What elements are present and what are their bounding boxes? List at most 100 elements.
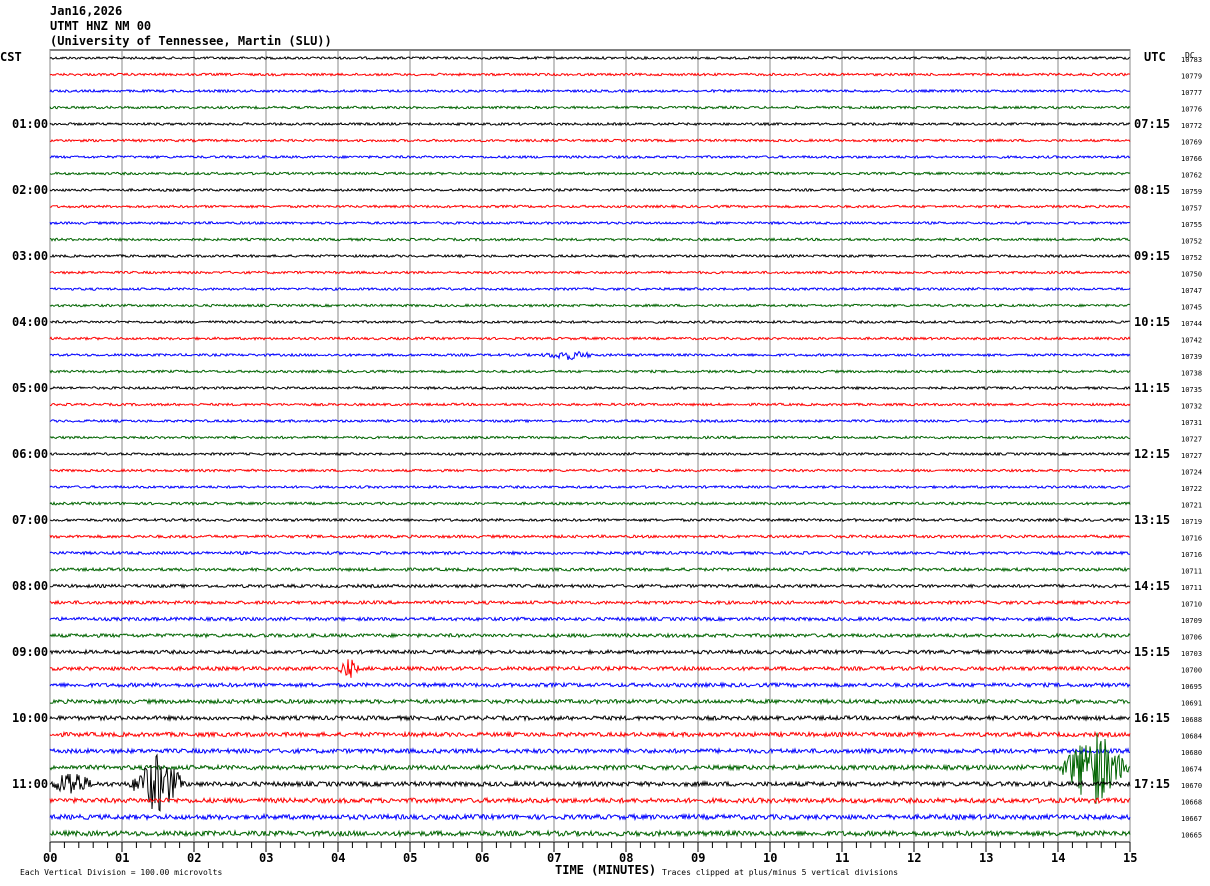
seismogram-plot: CST UTC DC TIME (MINUTES) Each Vertical …	[0, 49, 1202, 877]
utc-time-label: 11:15	[1134, 381, 1170, 395]
dc-value: 10695	[1181, 683, 1202, 691]
utc-time-label: 10:15	[1134, 315, 1170, 329]
dc-value: 10745	[1181, 304, 1202, 312]
cst-time-label: 04:00	[12, 315, 48, 329]
trace-line	[49, 435, 1131, 440]
trace-line	[49, 484, 1131, 490]
trace-line	[49, 204, 1131, 209]
dc-value: 10727	[1181, 436, 1202, 444]
trace-line	[49, 714, 1131, 722]
dc-value: 10719	[1181, 518, 1202, 526]
cst-time-label: 01:00	[12, 117, 48, 131]
dc-value: 10755	[1181, 221, 1202, 229]
dc-value: 10744	[1181, 320, 1202, 328]
dc-value: 10709	[1181, 617, 1202, 625]
trace-line	[49, 615, 1131, 623]
trace-line	[49, 681, 1131, 689]
dc-value: 10680	[1181, 749, 1202, 757]
trace-line	[49, 550, 1130, 556]
dc-value: 10742	[1181, 337, 1202, 345]
trace-line	[50, 517, 1131, 523]
x-tick-label: 12	[907, 851, 921, 865]
x-tick-label: 10	[763, 851, 777, 865]
trace-line	[49, 336, 1131, 341]
helicorder: Jan16,2026 UTMT HNZ NM 00 (University of…	[0, 0, 1210, 886]
trace-line	[49, 747, 1131, 755]
dc-value: 10721	[1181, 502, 1202, 510]
dc-value: 10716	[1181, 551, 1202, 559]
x-tick-label: 06	[475, 851, 489, 865]
dc-value: 10711	[1181, 584, 1202, 592]
trace-line	[49, 154, 1131, 160]
x-axis-title: TIME (MINUTES)	[555, 863, 656, 877]
dc-value: 10757	[1181, 205, 1202, 213]
dc-value: 10766	[1181, 155, 1202, 163]
trace-line	[49, 599, 1131, 606]
dc-value: 10747	[1181, 287, 1202, 295]
dc-value: 10703	[1181, 650, 1202, 658]
utc-time-label: 08:15	[1134, 183, 1170, 197]
trace-line	[49, 138, 1131, 143]
dc-value: 10691	[1181, 700, 1202, 708]
cst-time-label: 05:00	[12, 381, 48, 395]
trace-line	[49, 583, 1131, 590]
cst-title: CST	[0, 50, 22, 64]
trace-line	[49, 237, 1131, 242]
dc-value: 10777	[1181, 89, 1202, 97]
dc-value: 10688	[1181, 716, 1202, 724]
trace-line	[49, 730, 1131, 739]
trace-line	[49, 451, 1131, 457]
trace-line	[49, 220, 1131, 226]
trace-line	[49, 468, 1131, 473]
dc-value: 10674	[1181, 766, 1202, 774]
dc-value: 10732	[1181, 403, 1202, 411]
x-tick-label: 08	[619, 851, 633, 865]
dc-value: 10667	[1181, 815, 1202, 823]
dc-value: 10739	[1181, 353, 1202, 361]
dc-value: 10772	[1181, 122, 1202, 130]
cst-time-label: 07:00	[12, 513, 48, 527]
trace-line	[49, 418, 1131, 424]
dc-value: 10738	[1181, 370, 1202, 378]
x-tick-label: 15	[1123, 851, 1137, 865]
utc-time-label: 07:15	[1134, 117, 1170, 131]
trace-line	[49, 648, 1131, 656]
trace-line	[49, 501, 1131, 506]
trace-line	[49, 533, 1131, 540]
trace-line	[49, 402, 1131, 407]
footer-clip-note: Traces clipped at plus/minus 5 vertical …	[662, 868, 898, 877]
trace-line	[49, 369, 1131, 374]
dc-value: 10783	[1181, 56, 1202, 64]
dc-value: 10722	[1181, 485, 1202, 493]
dc-value: 10724	[1181, 469, 1202, 477]
dc-value: 10670	[1181, 782, 1202, 790]
x-tick-label: 14	[1051, 851, 1065, 865]
trace-line	[49, 829, 1131, 838]
cst-time-label: 02:00	[12, 183, 48, 197]
utc-time-label: 17:15	[1134, 777, 1170, 791]
utc-time-label: 14:15	[1134, 579, 1170, 593]
dc-value: 10735	[1181, 386, 1202, 394]
cst-time-label: 09:00	[12, 645, 48, 659]
utc-time-label: 13:15	[1134, 513, 1170, 527]
trace-line	[49, 88, 1131, 94]
dc-value: 10776	[1181, 106, 1202, 114]
cst-time-label: 11:00	[12, 777, 48, 791]
plot-frame	[49, 49, 1131, 843]
trace-line	[49, 105, 1131, 110]
x-tick-label: 01	[115, 851, 129, 865]
dc-value: 10727	[1181, 452, 1202, 460]
trace-line	[49, 632, 1131, 639]
trace-line	[49, 385, 1131, 391]
trace-line	[49, 187, 1130, 193]
x-tick-label: 05	[403, 851, 417, 865]
trace-line	[49, 812, 1131, 822]
trace-line	[49, 270, 1131, 275]
trace-line	[49, 566, 1131, 573]
x-tick-label: 13	[979, 851, 993, 865]
utc-title: UTC	[1144, 50, 1166, 64]
x-tick-label: 04	[331, 851, 345, 865]
utc-time-label: 12:15	[1134, 447, 1170, 461]
dc-value: 10716	[1181, 535, 1202, 543]
dc-value: 10752	[1181, 254, 1202, 262]
